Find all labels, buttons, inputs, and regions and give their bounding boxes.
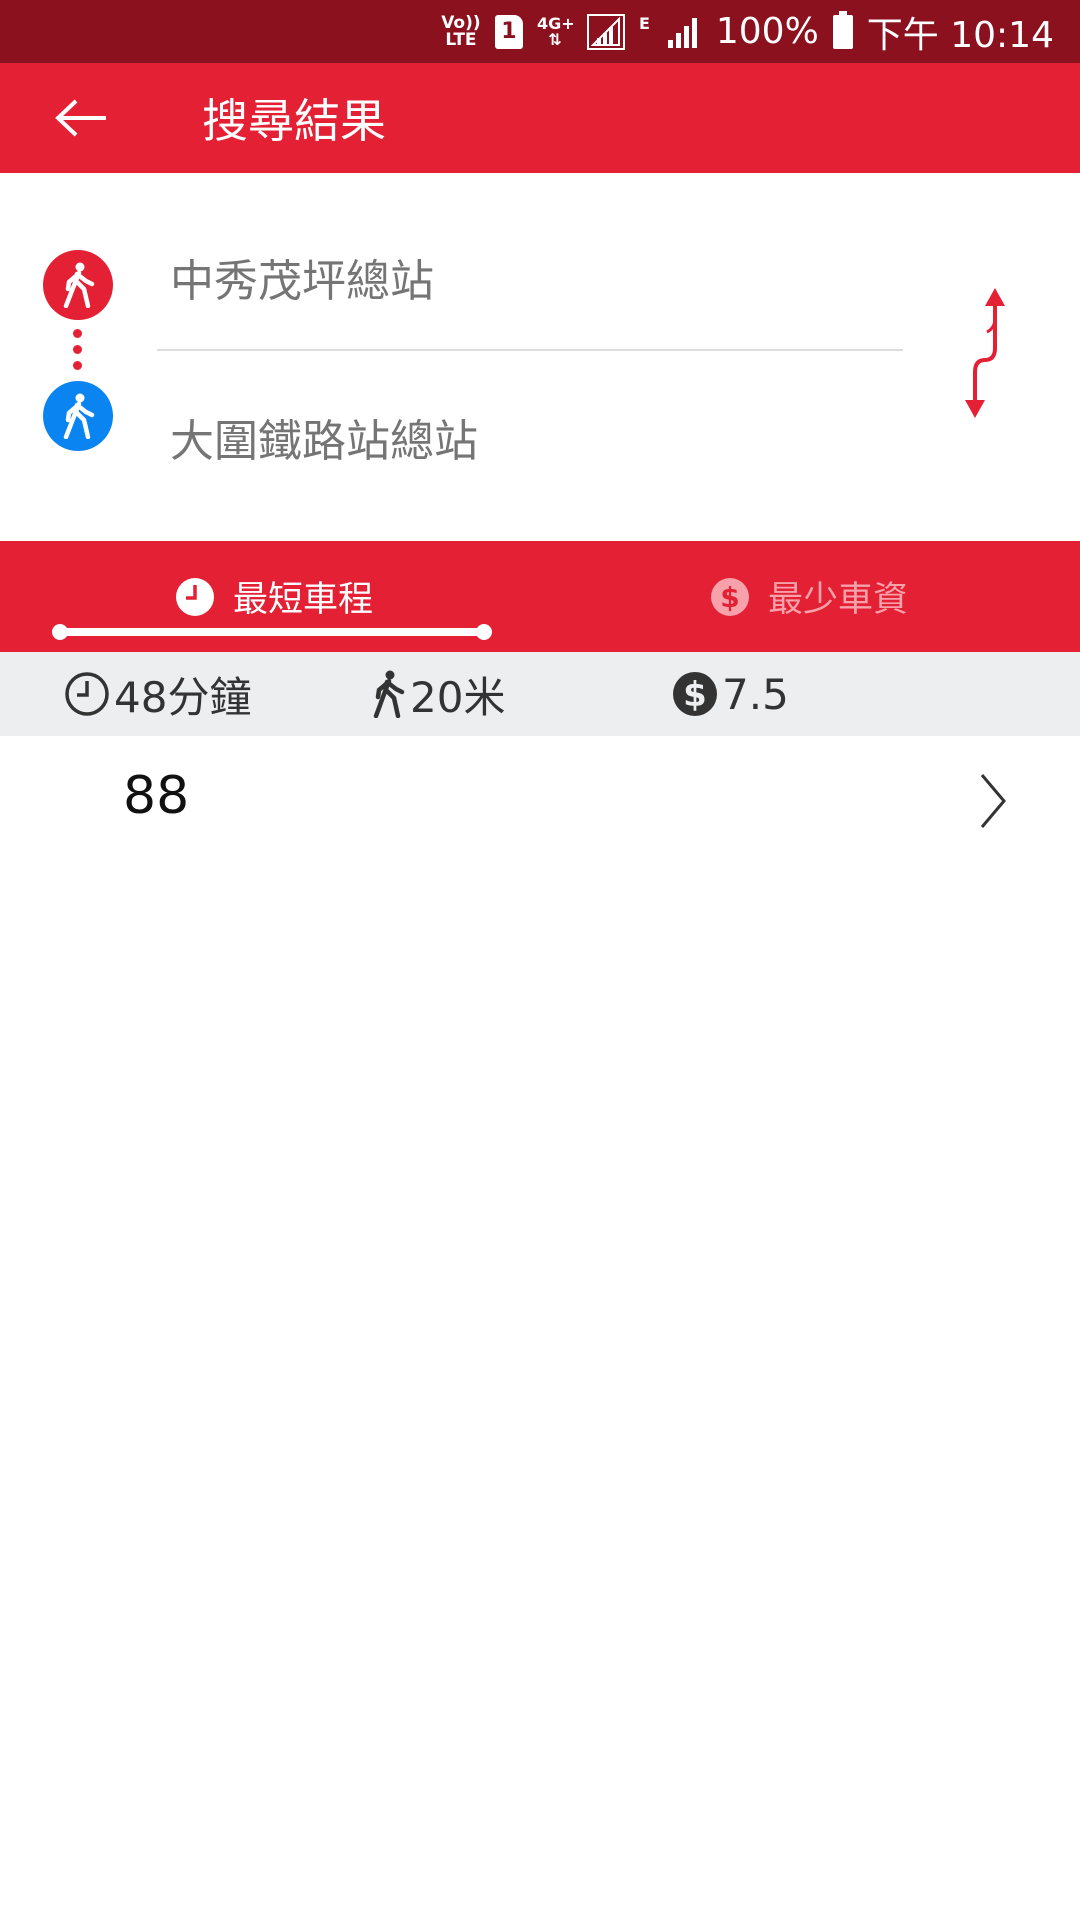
app-bar: 搜尋結果 — [0, 63, 1080, 173]
route-result-item[interactable]: 88 — [0, 736, 1080, 866]
walking-person-icon — [63, 262, 95, 308]
clock-outline-icon — [65, 672, 109, 716]
swap-direction-button[interactable] — [955, 288, 1025, 418]
tab-lowest-fare[interactable]: $ 最少車資 — [710, 541, 908, 652]
tab-indicator — [52, 624, 492, 640]
clock: 下午 10:14 — [866, 14, 1054, 56]
signal-sim2-icon — [667, 17, 697, 48]
volte-indicator: Vo)) LTE — [441, 12, 481, 50]
route-number: 88 — [123, 766, 190, 826]
svg-text:$: $ — [720, 581, 739, 614]
status-bar: Vo)) LTE 1 4G+ ⇅ E 100% 下午 10:14 — [0, 0, 1080, 63]
fare-summary: $ 7.5 — [672, 652, 789, 736]
network-type-label: 4G+ — [536, 13, 575, 33]
destination-field[interactable]: 大圍鐵路站總站 — [170, 405, 478, 469]
duration-summary: 48分鐘 — [64, 652, 251, 736]
tab-shortest-time-label: 最短車程 — [233, 580, 374, 620]
divider — [157, 349, 903, 351]
walking-person-icon — [373, 670, 405, 718]
arrow-left-icon — [55, 99, 106, 137]
back-button[interactable] — [22, 63, 142, 173]
page-title: 搜尋結果 — [202, 94, 386, 148]
route-dots — [73, 329, 83, 379]
chevron-right-icon — [980, 774, 1006, 828]
walking-person-icon — [63, 393, 95, 439]
origin-marker — [43, 250, 113, 320]
network-type: 4G+ ⇅ — [536, 13, 575, 49]
walk-summary: 20米 — [370, 652, 505, 736]
sim-icon: 1 — [494, 14, 523, 49]
destination-marker — [43, 381, 113, 451]
route-card: 中秀茂坪總站 大圍鐵路站總站 — [0, 173, 1080, 541]
clock-icon — [176, 577, 214, 616]
svg-text:$: $ — [683, 675, 707, 715]
screen: Vo)) LTE 1 4G+ ⇅ E 100% 下午 10:14 搜尋結果 中秀… — [0, 0, 1080, 1920]
battery-icon — [832, 10, 853, 49]
fare-value: 7.5 — [722, 669, 789, 719]
dollar-icon: $ — [711, 577, 749, 616]
origin-field[interactable]: 中秀茂坪總站 — [170, 245, 434, 309]
tab-lowest-fare-label: 最少車資 — [768, 580, 909, 620]
signal-sim1-icon — [586, 13, 625, 50]
duration-value: 48分鐘 — [114, 672, 252, 722]
network-e-label: E — [638, 14, 650, 33]
route-summary: 48分鐘 20米 $ 7.5 — [0, 652, 1080, 736]
battery-percent: 100% — [715, 11, 819, 52]
walk-distance-value: 20米 — [410, 672, 506, 722]
swap-arrows-icon — [965, 288, 1005, 418]
dollar-icon: $ — [673, 672, 717, 716]
